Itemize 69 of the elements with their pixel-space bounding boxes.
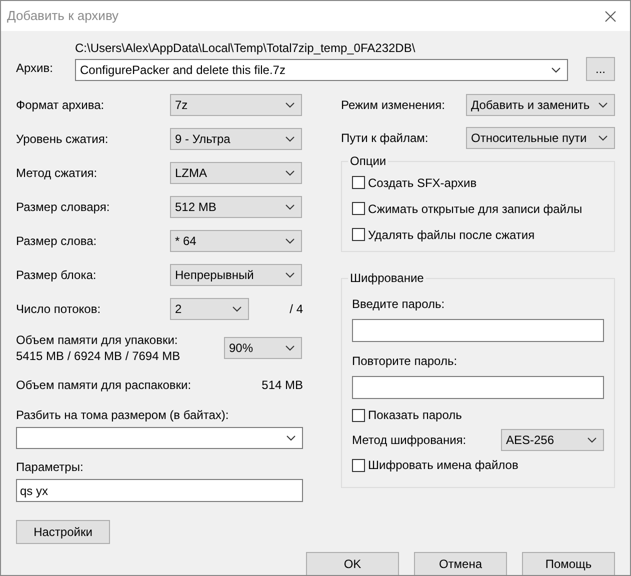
dropdown[interactable]: 2: [170, 298, 249, 320]
checkbox[interactable]: [352, 176, 365, 189]
dropdown[interactable]: Добавить и заменить: [466, 94, 615, 116]
chevron-down-icon: [598, 102, 608, 108]
checkbox-label: Шифровать имена файлов: [368, 457, 518, 474]
dropdown[interactable]: 90%: [224, 337, 302, 359]
browse-button[interactable]: ...: [586, 57, 615, 81]
field-label: Метод шифрования:: [352, 432, 468, 449]
group-title: Шифрование: [348, 271, 426, 285]
checkbox-label: Сжимать открытые для записи файлы: [368, 200, 582, 218]
chevron-down-icon: [285, 102, 295, 108]
checkbox[interactable]: [352, 202, 365, 215]
field-label: Режим изменения:: [341, 96, 446, 114]
checkbox[interactable]: [352, 458, 365, 472]
field-label: Число потоков:: [16, 301, 102, 318]
thread-count: / 4: [290, 301, 303, 318]
chevron-down-icon: [286, 435, 296, 441]
chevron-down-icon: [285, 170, 295, 176]
group-title: Опции: [348, 154, 388, 168]
field-label: Объем памяти для распаковки:: [16, 377, 192, 394]
field-label: Размер блока:: [16, 267, 98, 284]
chevron-down-icon: [285, 345, 295, 351]
dropdown[interactable]: Непрерывный: [170, 264, 302, 286]
chevron-down-icon: [285, 238, 295, 244]
dropdown[interactable]: Относительные пути: [466, 126, 615, 148]
archive-label: Архив:: [16, 60, 54, 77]
parameters-field[interactable]: qs yx: [16, 479, 303, 502]
chevron-down-icon: [285, 204, 295, 210]
memory-usage: 5415 MB / 6924 MB / 7694 MB: [16, 348, 182, 364]
dropdown[interactable]: 9 - Ультра: [170, 128, 302, 150]
dropdown[interactable]: 7z: [170, 94, 302, 116]
dropdown[interactable]: LZMA: [170, 162, 302, 184]
memory-value: 514 MB: [262, 377, 303, 394]
checkbox-label: Создать SFX-архив: [368, 174, 477, 192]
field-label: Разбить на тома размером (в байтах):: [16, 407, 230, 424]
field-label: Повторите пароль:: [352, 353, 458, 370]
archive-path: C:\Users\Alex\AppData\Local\Temp\Total7zip_temp_0FA232DB\: [75, 40, 416, 57]
field-label: Параметры:: [16, 459, 84, 476]
chevron-down-icon: [285, 136, 295, 142]
password-field[interactable]: [352, 376, 604, 399]
field-label: Размер словаря:: [16, 199, 111, 216]
dialog-button[interactable]: Помощь: [522, 552, 615, 575]
dropdown[interactable]: * 64: [170, 230, 302, 252]
dropdown[interactable]: 512 MB: [170, 196, 302, 218]
checkbox-label: Удалять файлы после сжатия: [368, 226, 535, 244]
chevron-down-icon: [232, 306, 242, 312]
settings-button[interactable]: Настройки: [16, 520, 110, 544]
field-label: Размер слова:: [16, 233, 98, 250]
dialog-button[interactable]: OK: [306, 552, 399, 575]
field-label: Объем памяти для упаковки:: [16, 332, 179, 348]
field-label: Введите пароль:: [352, 296, 446, 313]
chevron-down-icon: [285, 272, 295, 278]
password-field[interactable]: [352, 319, 604, 342]
checkbox[interactable]: [352, 408, 365, 422]
archive-name-field[interactable]: ConfigurePacker and delete this file.7z: [75, 59, 568, 81]
chevron-down-icon: [587, 437, 597, 443]
checkbox-label: Показать пароль: [368, 407, 462, 424]
dialog-button[interactable]: Отмена: [414, 552, 507, 575]
close-icon[interactable]: [605, 10, 616, 22]
field-label: Метод сжатия:: [16, 165, 98, 182]
volume-size-field[interactable]: [16, 427, 303, 449]
dropdown[interactable]: AES-256: [501, 429, 604, 451]
chevron-down-icon: [598, 134, 608, 140]
field-label: Уровень сжатия:: [16, 131, 110, 148]
window-title: Добавить к архиву: [7, 7, 119, 26]
checkbox[interactable]: [352, 228, 365, 241]
chevron-down-icon: [551, 67, 561, 73]
field-label: Пути к файлам:: [341, 130, 430, 146]
field-label: Формат архива:: [16, 97, 106, 114]
